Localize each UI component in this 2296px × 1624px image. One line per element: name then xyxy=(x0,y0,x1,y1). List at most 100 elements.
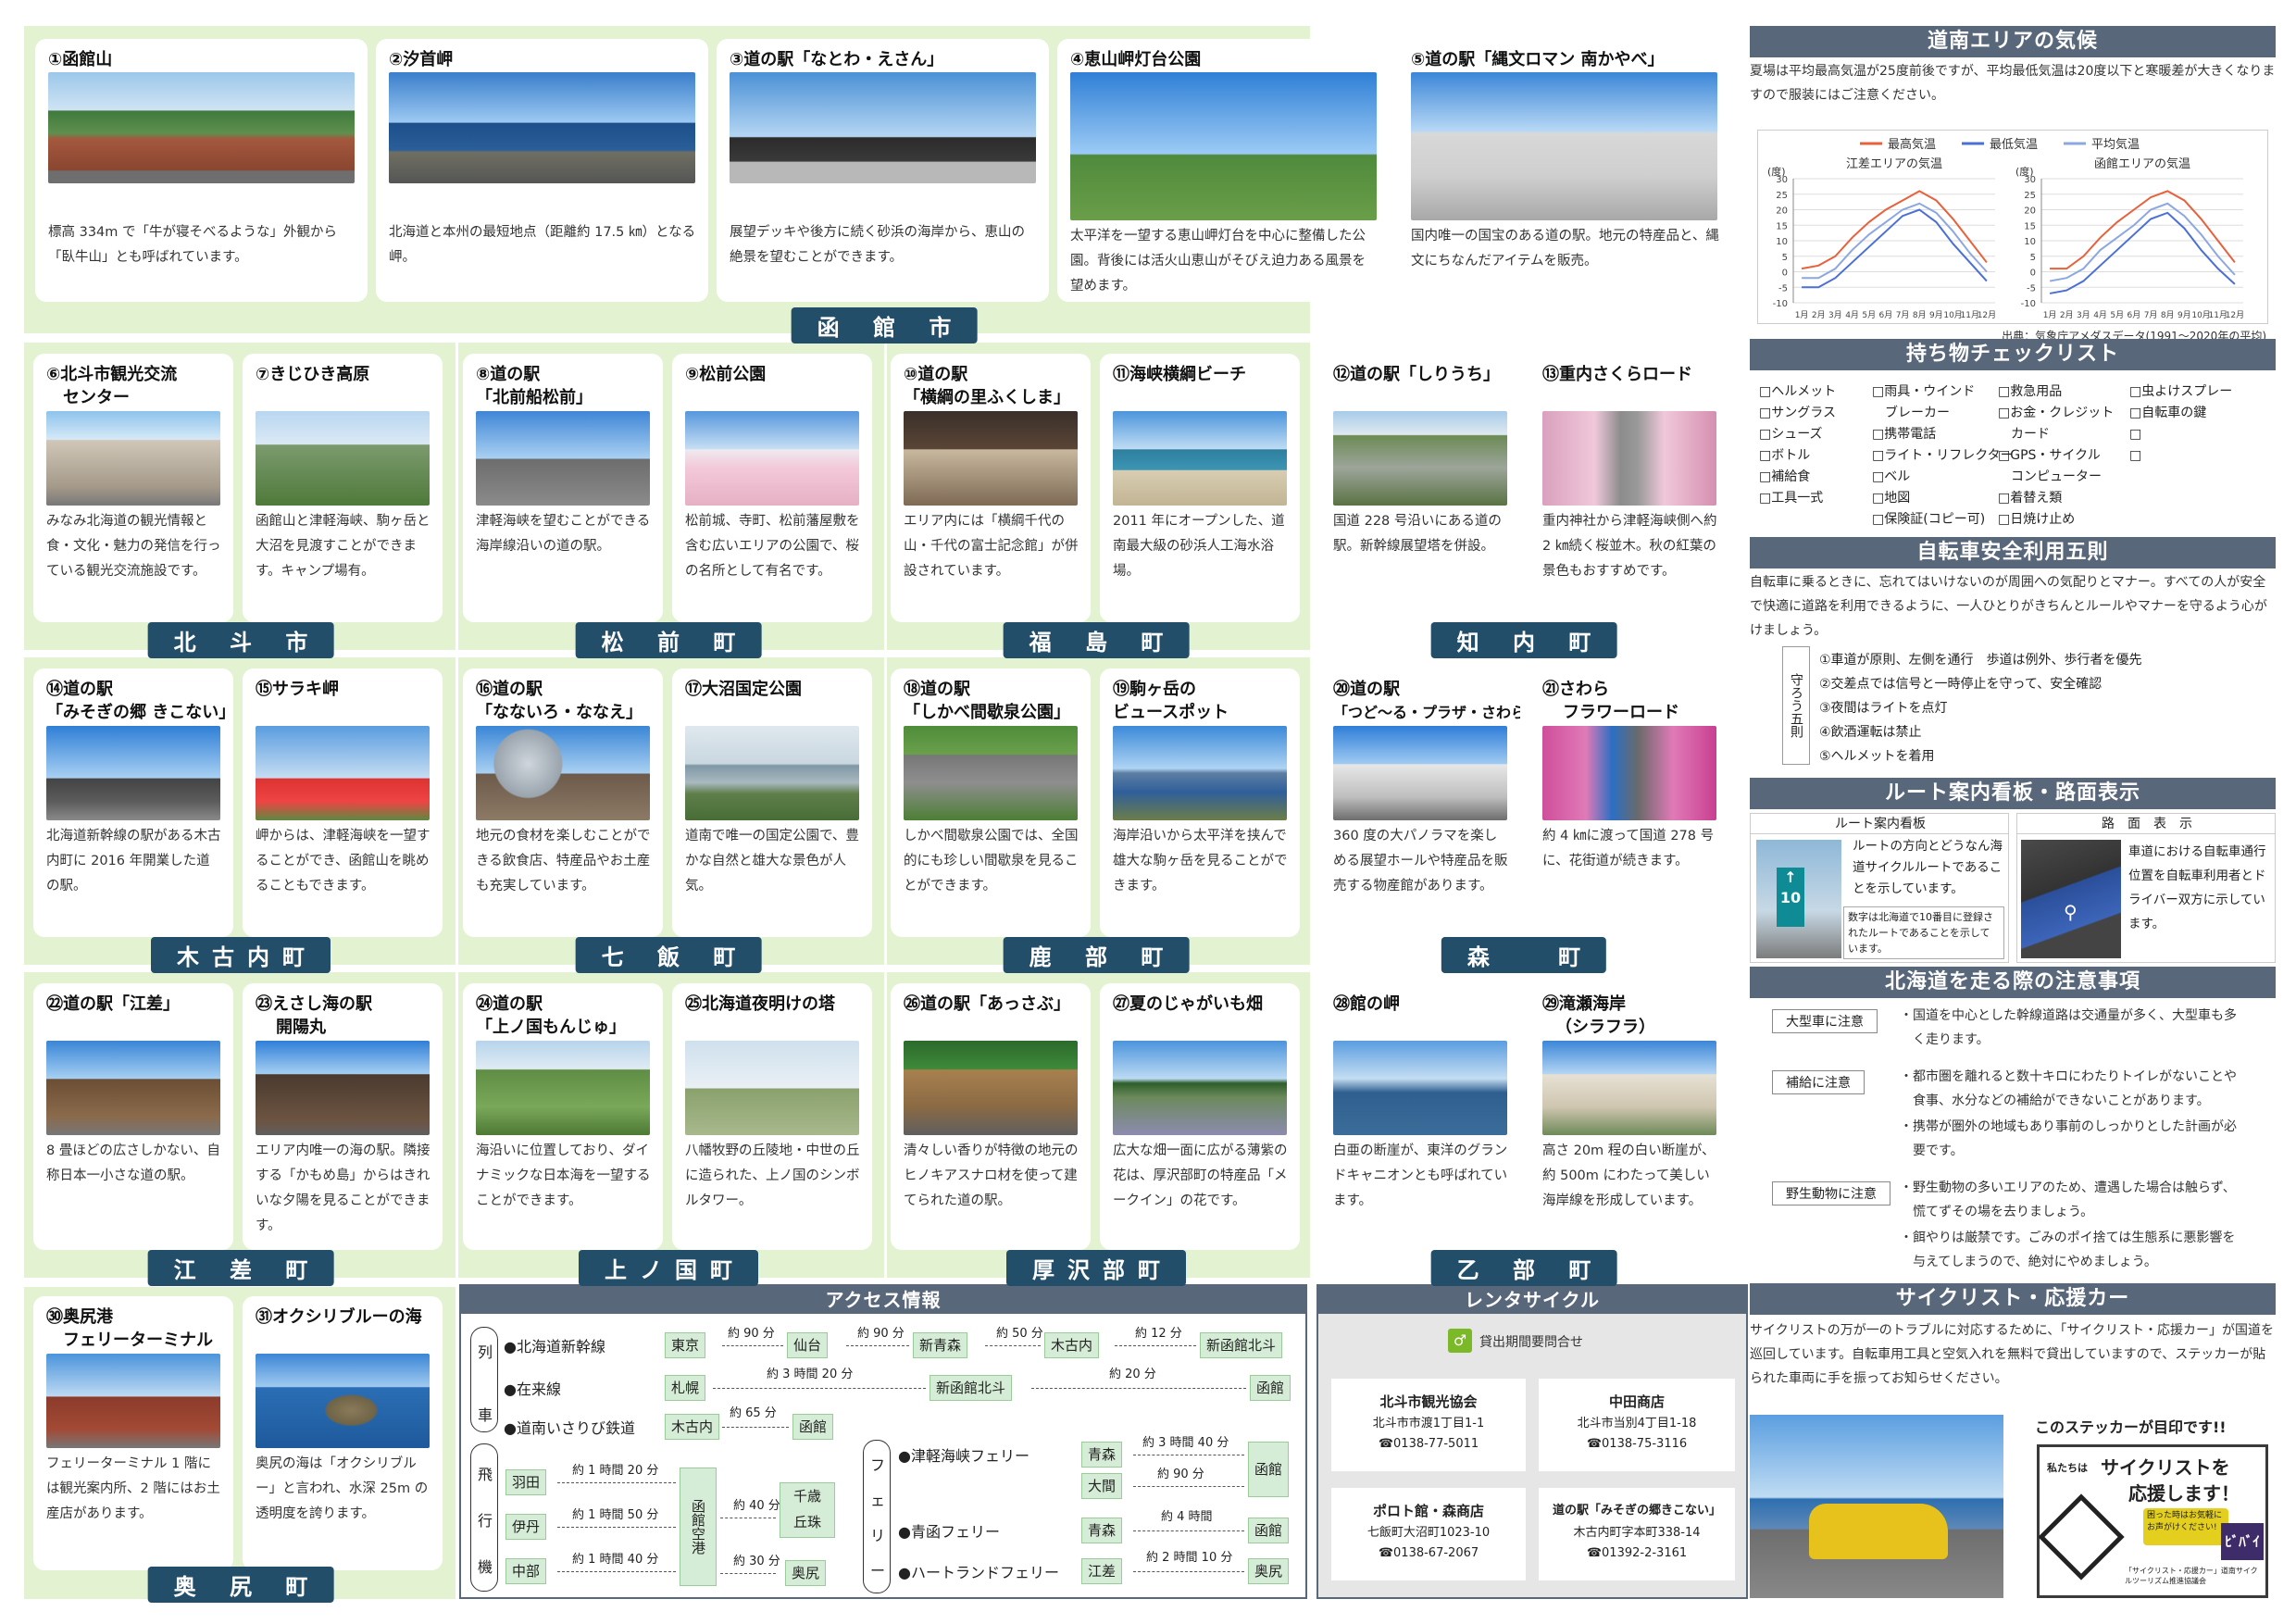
tick-label: -5 xyxy=(1778,283,1788,294)
spot-photo xyxy=(904,1041,1078,1135)
spot-description: 2011 年にオープンした、道南最大級の砂浜人工海水浴場。 xyxy=(1113,514,1285,579)
spot-card[interactable]: ㉑さわら フラワーロード 約 4 ㎞に渡って国道 278 号に、花街道が続きます… xyxy=(1529,668,1729,937)
spot-card[interactable]: ⑤道の駅「縄文ロマン 南かやべ」 国内唯一の国宝のある道の駅。地元の特産品と、縄… xyxy=(1398,39,1730,302)
spot-card[interactable]: ㉗夏のじゃがいも畑 広大な畑一面に広がる薄紫の花は、厚沢部町の特産品「メークイン… xyxy=(1100,983,1300,1250)
spot-photo xyxy=(476,1041,650,1135)
checklist-item: □地図 xyxy=(1872,491,1911,506)
spot-subtitle: フラワーロード xyxy=(1563,703,1679,722)
spot-card[interactable]: ㉛オクシリブルーの海 奥尻の海は「オクシリブルー」と言われ、水深 25m の透明… xyxy=(243,1296,443,1570)
spot-card[interactable]: ㉔道の駅 「上ノ国もんじゅ」 海沿いに位置しており、ダイナミックな日本海を一望す… xyxy=(463,983,663,1250)
station: 江差 xyxy=(1081,1558,1123,1584)
spot-photo xyxy=(1542,726,1716,820)
spot-title: ③道の駅「なとわ・えさん」 xyxy=(730,50,944,69)
spot-photo xyxy=(256,726,430,820)
duration: 約 2 時間 10 分 xyxy=(1146,1551,1233,1565)
spot-title: ㉗夏のじゃがいも畑 xyxy=(1113,994,1263,1014)
tick-label: 30 xyxy=(2024,175,2036,185)
tick-label: 8月 xyxy=(2161,310,2175,320)
spot-title: ⑳道の駅 xyxy=(1333,680,1400,699)
access-panel: アクセス情報 列 車 飛 行 機 フ ェ リ ー ●北海道新幹線 東京 約 90… xyxy=(459,1284,1307,1599)
spot-card[interactable]: ①函館山 標高 334m で「牛が寝そべるような」外観から「臥牛山」とも呼ばれて… xyxy=(35,39,368,302)
route-arrow xyxy=(557,1527,676,1528)
shop-phone: ☎0138-77-5011 xyxy=(1378,1437,1479,1451)
spot-photo xyxy=(48,72,355,183)
spot-card[interactable]: ⑲駒ヶ岳の ビュースポット 海岸沿いから太平洋を挟んで雄大な駒ヶ岳を見ることがで… xyxy=(1100,668,1300,937)
sticker-emblem-icon xyxy=(2038,1493,2125,1580)
station: 大間 xyxy=(1081,1473,1123,1499)
spot-card[interactable]: ②汐首岬 北海道と本州の最短地点（距離約 17.5 ㎞）となる岬。 xyxy=(376,39,708,302)
spot-title: ⑰大沼国定公園 xyxy=(685,680,802,699)
spot-card[interactable]: ⑰大沼国定公園 道南で唯一の国定公園で、豊かな自然と雄大な景色が人気。 xyxy=(672,668,872,937)
spot-title: ⑧道の駅 xyxy=(476,365,541,384)
spot-photo xyxy=(1333,411,1507,506)
spot-description: 太平洋を一望する恵山岬灯台を中心に整備した公園。背後には活火山恵山がそびえ迫力あ… xyxy=(1070,229,1366,294)
tick-label: 0 xyxy=(2030,269,2036,279)
town-label: 厚沢部町 xyxy=(1006,1250,1186,1286)
tick-label: 0 xyxy=(1782,269,1788,279)
duration: 約 90 分 xyxy=(857,1327,905,1341)
spot-card[interactable]: ⑱道の駅 「しかべ間歇泉公園」 しかべ間歇泉公園では、全国的にも珍しい間歇泉を見… xyxy=(891,668,1091,937)
town-label: 函 館 市 xyxy=(791,307,978,344)
shop-address: 北斗市当別4丁目1-18 xyxy=(1577,1417,1697,1430)
spot-card[interactable]: ⑳道の駅 「つど～る・プラザ・さわら」 360 度の大パノラマを楽しめる展望ホー… xyxy=(1320,668,1520,937)
rental-heading: レンタサイクル xyxy=(1318,1286,1746,1314)
town-label: 上ノ国町 xyxy=(579,1250,758,1286)
route-shinkansen: ●北海道新幹線 xyxy=(504,1338,605,1355)
checklist-item: □ボトル xyxy=(1759,448,1811,463)
spot-card[interactable]: ㉖道の駅「あっさぶ」 清々しい香りが特徴の地元のヒノキアスナロ材を使って建てられ… xyxy=(891,983,1091,1250)
spot-photo xyxy=(1333,726,1507,820)
duration: 約 90 分 xyxy=(728,1327,775,1341)
tick-label: 15 xyxy=(2024,221,2036,231)
spot-card[interactable]: ⑪海峡横綱ビーチ 2011 年にオープンした、道南最大級の砂浜人工海水浴場。 xyxy=(1100,354,1300,622)
spot-card[interactable]: ㉒道の駅「江差」 8 畳ほどの広さしかない、自称日本一小さな道の駅。 xyxy=(33,983,233,1250)
route-tsugaru-ferry: ●津軽海峡フェリー xyxy=(898,1447,1029,1465)
spot-card[interactable]: ㉓えさし海の駅 開陽丸 エリア内唯一の海の駅。隣接する「かもめ島」からはきれいな… xyxy=(243,983,443,1250)
spot-description: 標高 334m で「牛が寝そべるような」外観から「臥牛山」とも呼ばれています。 xyxy=(48,225,338,265)
spot-card[interactable]: ⑭道の駅 「みそぎの郷 きこない」 北海道新幹線の駅がある木古内町に 2016 … xyxy=(33,668,233,937)
spot-card[interactable]: ⑥北斗市観光交流 センター みなみ北海道の観光情報と食・文化・魅力の発信を行って… xyxy=(33,354,233,622)
station: 東京 xyxy=(665,1332,706,1358)
train-category-label: 列 xyxy=(478,1343,493,1361)
spot-card[interactable]: ㉚奥尻港 フェリーターミナル フェリーターミナル 1 階には観光案内所、2 階に… xyxy=(33,1296,233,1570)
spot-card[interactable]: ⑩道の駅 「横綱の里ふくしま」 エリア内には「横綱千代の山・千代の富士記念館」が… xyxy=(891,354,1091,622)
spot-card[interactable]: ⑬重内さくらロード 重内神社から津軽海峡側へ約 2 ㎞続く桜並木。秋の紅葉の景色… xyxy=(1529,354,1729,622)
tick-label: 1月 xyxy=(2043,310,2057,320)
spot-card[interactable]: ⑮サラキ岬 岬からは、津軽海峡を一望することができ、函館山を眺めることもできます… xyxy=(243,668,443,937)
airport: 函館空港 xyxy=(680,1468,717,1586)
station: 函館 xyxy=(1250,1375,1292,1401)
spot-card[interactable]: ⑯道の駅 「なないろ・ななえ」 地元の食材を楽しむことができる飲食店、特産品やお… xyxy=(463,668,663,937)
spot-description: 地元の食材を楽しむことができる飲食店、特産品やお土産も充実しています。 xyxy=(476,829,651,893)
duration: 約 30 分 xyxy=(733,1555,780,1568)
duration: 約 20 分 xyxy=(1109,1368,1156,1381)
access-heading: アクセス情報 xyxy=(461,1286,1305,1314)
spot-title: ⑯道の駅 xyxy=(476,680,543,699)
spot-card[interactable]: ④恵山岬灯台公園 太平洋を一望する恵山岬灯台を中心に整備した公園。背後には活火山… xyxy=(1057,39,1390,302)
checklist-item: □ヘルメット xyxy=(1759,384,1837,399)
spot-card[interactable]: ⑦きじひき高原 函館山と津軽海峡、駒ヶ岳と大沼を見渡すことができます。キャンプ場… xyxy=(243,354,443,622)
shop-phone: ☎0138-75-3116 xyxy=(1586,1437,1688,1451)
checklist-item: □ xyxy=(2129,448,2142,463)
spot-card[interactable]: ③道の駅「なとわ・えさん」 展望デッキや後方に続く砂浜の海岸から、恵山の絶景を望… xyxy=(717,39,1049,302)
spot-subtitle: ビュースポット xyxy=(1113,703,1229,722)
spot-card[interactable]: ㉙滝瀬海岸 （シラフラ） 高さ 20m 程の白い断崖が、約 500m にわたって… xyxy=(1529,983,1729,1250)
duration: 約 12 分 xyxy=(1135,1327,1182,1341)
spot-description: 360 度の大パノラマを楽しめる展望ホールや特産品を販売する物産館があります。 xyxy=(1333,829,1508,893)
spot-title: ㉚奥尻港 xyxy=(46,1307,113,1327)
spot-card[interactable]: ㉘館の岬 白亜の断崖が、東洋のグランドキャニオンとも呼ばれています。 xyxy=(1320,983,1520,1250)
station: 伊丹 xyxy=(505,1514,547,1540)
spot-card[interactable]: ⑫道の駅「しりうち」 国道 228 号沿いにある道の駅。新幹線展望塔を併設。 xyxy=(1320,354,1520,622)
checklist-item: □自転車の鍵 xyxy=(2129,406,2207,420)
spot-card[interactable]: ⑧道の駅 「北前船松前」 津軽海峡を望むことができる海岸線沿いの道の駅。 xyxy=(463,354,663,622)
spot-photo xyxy=(1113,411,1287,506)
road-marking-text: 車道における自転車通行位置を自転車利用者とドライバー双方に示しています。 xyxy=(2128,844,2266,931)
spot-card[interactable]: ㉕北海道夜明けの塔 八幡牧野の丘陵地・中世の丘に造られた、上ノ国のシンボルタワー… xyxy=(672,983,872,1250)
spot-photo xyxy=(1113,726,1287,820)
spot-card[interactable]: ⑨松前公園 松前城、寺町、松前藩屋敷を含む広いエリアの公園で、桜の名所として有名… xyxy=(672,354,872,622)
route-sign-text: ルートの方向とどうなん海道サイクルルートであることを示しています。 xyxy=(1853,839,2003,896)
shop-phone: ☎01392-2-3161 xyxy=(1586,1546,1688,1560)
spot-description: 岬からは、津軽海峡を一望することができ、函館山を眺めることもできます。 xyxy=(256,829,430,893)
divider xyxy=(884,343,887,1278)
bicycle-icon: ♂ xyxy=(1448,1329,1472,1353)
town-label: 七 飯 町 xyxy=(575,937,762,973)
route-arrow xyxy=(985,1345,1041,1346)
